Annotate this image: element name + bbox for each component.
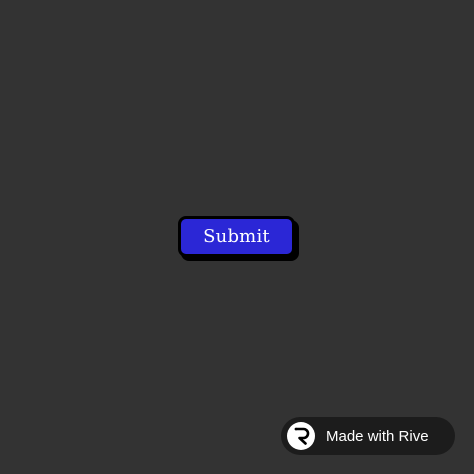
rive-logo-icon [287,422,315,450]
submit-button[interactable]: Submit [178,216,295,257]
canvas: Submit Made with Rive [0,0,474,474]
badge-label: Made with Rive [326,427,429,445]
submit-button-label: Submit [203,225,270,247]
made-with-rive-badge[interactable]: Made with Rive [281,417,455,455]
